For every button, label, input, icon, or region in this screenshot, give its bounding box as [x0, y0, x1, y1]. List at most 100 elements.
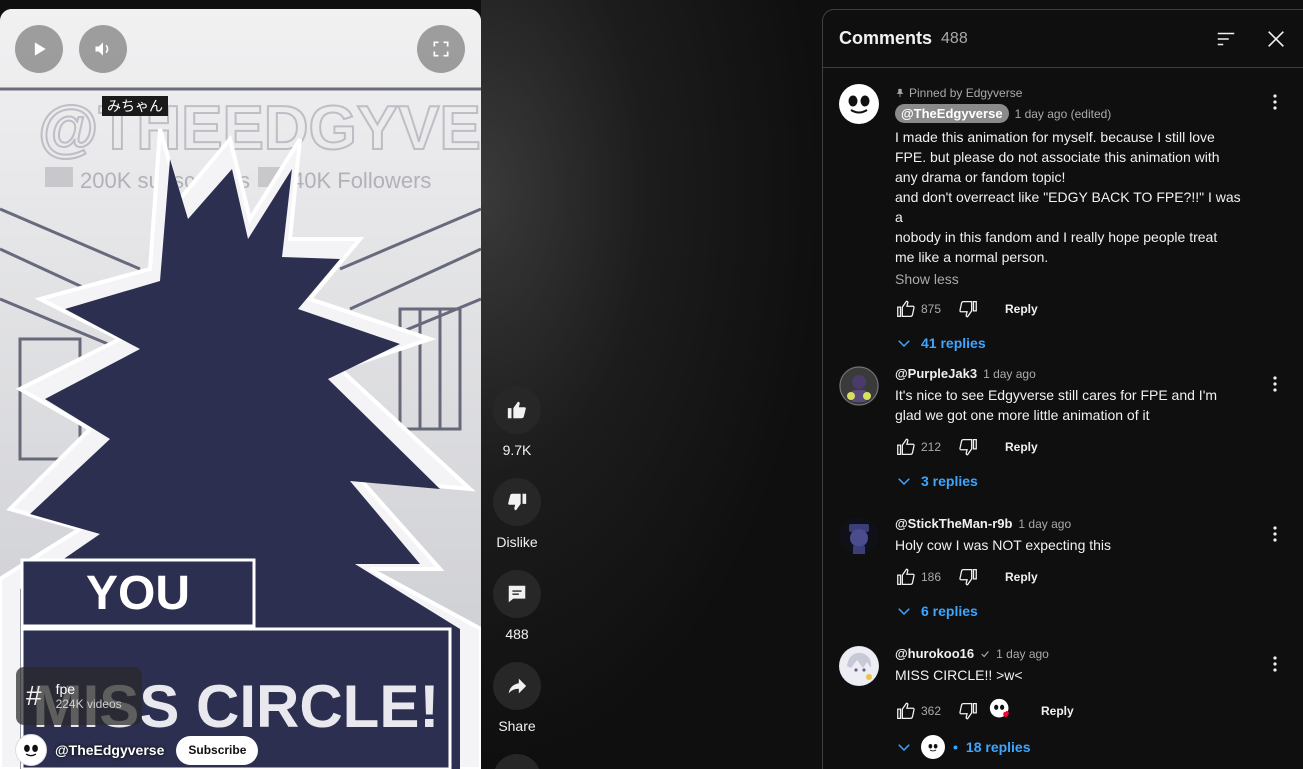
thumb-down-icon[interactable]: [957, 700, 979, 722]
comment-like-count: 186: [921, 570, 942, 584]
comment-time[interactable]: 1 day ago: [1018, 517, 1071, 531]
more-vert-icon: [1273, 94, 1277, 110]
thumb-down-icon[interactable]: [957, 298, 979, 320]
chevron-down-icon: [898, 340, 910, 348]
comment-time[interactable]: 1 day ago: [996, 647, 1049, 661]
sort-icon[interactable]: [1215, 28, 1237, 50]
heart-icon: [989, 698, 1009, 718]
comment-author[interactable]: @hurokoo16: [895, 646, 974, 661]
comment-avatar[interactable]: [839, 366, 879, 406]
shorts-video-player[interactable]: @THEEDGYVERSE 200K subscribers 40K Follo…: [0, 9, 481, 769]
comment-like-count: 212: [921, 440, 942, 454]
comment-avatar[interactable]: [839, 84, 879, 124]
subscribe-button[interactable]: Subscribe: [176, 735, 259, 765]
comment-avatar[interactable]: [839, 516, 879, 556]
comment-text: I made this animation for myself. becaus…: [895, 129, 1241, 265]
thumb-down-icon[interactable]: [957, 566, 979, 588]
comment-more-button[interactable]: [1263, 90, 1287, 114]
channel-avatar[interactable]: [15, 734, 47, 766]
face-icon: [848, 95, 870, 114]
more-vert-icon: [1273, 376, 1277, 392]
comment-toolbar: 186 Reply: [895, 561, 1247, 593]
comment-text: Holy cow I was NOT expecting this: [895, 537, 1112, 553]
dislike-label: Dislike: [496, 534, 538, 550]
comment-icon: [508, 585, 526, 603]
thumb-up-icon[interactable]: [895, 566, 917, 588]
thumb-up-icon[interactable]: [895, 436, 917, 458]
like-count: 9.7K: [502, 442, 532, 458]
comments-button[interactable]: [493, 570, 541, 618]
thumb-down-icon: [508, 493, 527, 511]
chevron-down-icon: [898, 608, 910, 616]
user-avatar-icon: [840, 517, 878, 555]
dislike-button[interactable]: [493, 478, 541, 526]
video-frame: @THEEDGYVERSE 200K subscribers 40K Follo…: [0, 9, 481, 769]
creator-heart-badge: [989, 698, 1015, 724]
thumb-up-icon: [507, 401, 526, 419]
play-icon: [34, 42, 46, 56]
play-button[interactable]: [15, 25, 63, 73]
hashtag-chip[interactable]: # fpe 224K videos: [16, 667, 142, 725]
comment-more-button[interactable]: [1263, 522, 1287, 546]
reply-button[interactable]: Reply: [1005, 440, 1038, 454]
comment-text: It's nice to see Edgyverse still cares f…: [895, 387, 1218, 423]
comment-more-button[interactable]: [1263, 652, 1287, 676]
volume-button[interactable]: [79, 25, 127, 73]
share-button[interactable]: [493, 662, 541, 710]
face-icon: [24, 744, 38, 757]
hashtag-video-count: 224K videos: [55, 697, 122, 711]
comment-author[interactable]: @PurpleJak3: [895, 366, 977, 381]
reply-button[interactable]: Reply: [1005, 570, 1038, 584]
fullscreen-icon: [433, 41, 449, 57]
view-replies-button[interactable]: 41 replies: [895, 327, 1247, 359]
user-avatar-icon: [839, 366, 879, 406]
more-vert-icon: [1273, 656, 1277, 672]
pinned-label: Pinned by Edgyverse: [895, 84, 1247, 102]
comment-author[interactable]: @StickTheMan-r9b: [895, 516, 1012, 531]
comment-time[interactable]: 1 day ago: [983, 367, 1036, 381]
thumb-down-icon[interactable]: [957, 436, 979, 458]
share-label: Share: [498, 718, 536, 734]
comment-text: MISS CIRCLE!! >w<: [895, 667, 1023, 683]
view-replies-button[interactable]: 3 replies: [895, 465, 1247, 497]
volume-icon: [95, 42, 109, 56]
reply-button[interactable]: Reply: [1005, 302, 1038, 316]
comments-title: Comments: [839, 28, 933, 48]
fullscreen-button[interactable]: [417, 25, 465, 73]
comments-total: 488: [941, 29, 968, 47]
svg-text:40K Followers: 40K Followers: [292, 168, 431, 193]
view-replies-button[interactable]: • 18 replies: [895, 731, 1247, 763]
like-button[interactable]: [493, 386, 541, 434]
comment-more-button[interactable]: [1263, 372, 1287, 396]
close-icon[interactable]: [1265, 28, 1287, 50]
comment-author[interactable]: @TheEdgyverse: [895, 104, 1009, 123]
face-icon: [928, 744, 938, 752]
comment-toolbar: 362 Reply: [895, 695, 1247, 727]
comment-avatar[interactable]: [839, 646, 879, 686]
more-vert-icon: [1273, 526, 1277, 542]
pin-icon: [896, 88, 904, 98]
comment-time[interactable]: 1 day ago (edited): [1015, 107, 1112, 121]
thumb-up-icon[interactable]: [895, 298, 917, 320]
view-replies-button[interactable]: 6 replies: [895, 595, 1247, 627]
user-avatar-icon: [840, 647, 878, 685]
channel-handle[interactable]: @TheEdgyverse: [55, 742, 164, 758]
comments-header: Comments 488: [823, 10, 1303, 68]
show-less-link[interactable]: Show less: [895, 271, 1247, 287]
chevron-down-icon: [898, 744, 910, 752]
comment-count: 488: [505, 626, 529, 642]
more-actions-button[interactable]: [493, 754, 541, 769]
shorts-action-bar: 9.7K Dislike 488 Share: [493, 386, 541, 769]
thumb-up-icon[interactable]: [895, 700, 917, 722]
comment-toolbar: 875 Reply: [895, 293, 1247, 325]
chevron-down-icon: [898, 478, 910, 486]
verified-check-icon: [981, 650, 989, 657]
reply-button[interactable]: Reply: [1041, 704, 1074, 718]
replies-separator: •: [953, 739, 958, 755]
comment-like-count: 875: [921, 302, 942, 316]
creator-reply-avatar: [921, 735, 945, 759]
comments-panel: Comments 488 Pinned by Edgyverse @TheEdg…: [822, 9, 1303, 769]
share-icon: [508, 678, 527, 694]
video-overlay-tag: みちゃん: [102, 96, 168, 116]
caption-top: YOU: [86, 567, 190, 620]
